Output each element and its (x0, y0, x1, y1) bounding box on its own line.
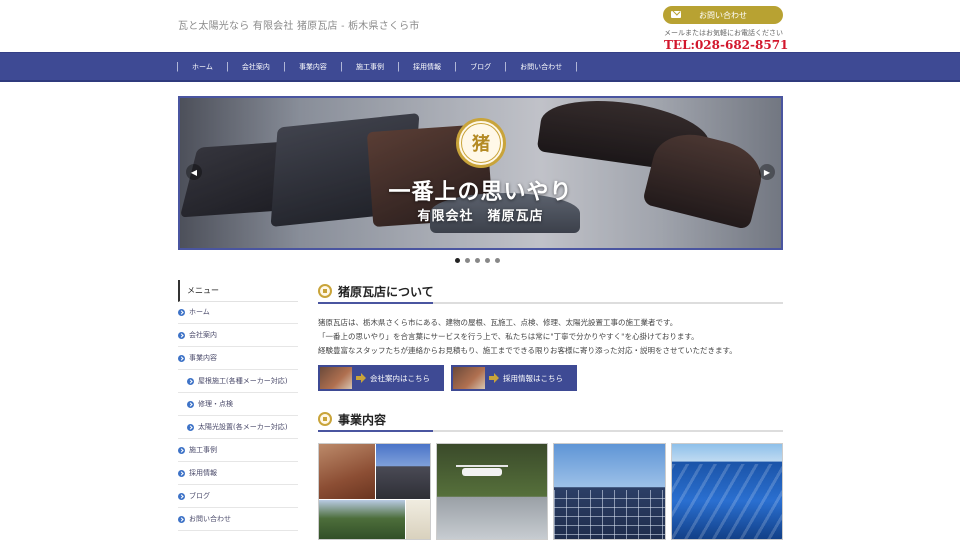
sidebar-menu: ホーム 会社案内 事業内容 屋根施工(各種メーカー対応) 修理・点検 太陽光設置… (178, 301, 298, 531)
sidebar-item-label: お問い合わせ (189, 515, 231, 523)
sidebar-item-label: 事業内容 (189, 354, 217, 362)
banner-thumbnail (453, 367, 485, 389)
arrow-bullet-icon (178, 515, 185, 523)
arrow-bullet-icon (178, 331, 185, 339)
nav-item-company[interactable]: 会社案内 (229, 62, 283, 72)
emblem-icon (318, 412, 332, 426)
nav-separator: | (575, 62, 579, 72)
contact-button-label: お問い合わせ (699, 10, 747, 20)
sidebar-item-repair[interactable]: 修理・点検 (178, 393, 298, 416)
photo-house-roof (376, 444, 430, 499)
sidebar-item-label: 屋根施工(各種メーカー対応) (198, 377, 288, 385)
mail-icon (671, 11, 681, 18)
sidebar-item-label: 施工事例 (189, 446, 217, 454)
sidebar-item-label: ホーム (189, 308, 210, 316)
emblem-icon (318, 284, 332, 298)
arrow-bullet-icon (187, 400, 194, 408)
slider-dot[interactable] (475, 258, 480, 263)
arrow-bullet-icon (187, 423, 194, 431)
sidebar-item-contact[interactable]: お問い合わせ (178, 508, 298, 531)
about-title: 猪原瓦店について (338, 284, 434, 299)
arrow-bullet-icon (178, 354, 185, 362)
about-line: 猪原瓦店は、栃木県さくら市にある、建物の屋根、瓦施工、点検、修理、太陽光設置工事… (318, 318, 678, 327)
business-card-tiles-image[interactable] (670, 443, 783, 540)
nav-item-blog[interactable]: ブログ (457, 62, 504, 72)
sidebar-item-business[interactable]: 事業内容 (178, 347, 298, 370)
sidebar-title: メニュー (178, 280, 298, 302)
business-card-solar-image[interactable] (553, 443, 666, 540)
company-info-banner[interactable]: 会社案内はこちら (318, 365, 444, 391)
hero-slider[interactable]: 猪 一番上の思いやり 有限会社 猪原瓦店 ◀ ▶ (178, 96, 783, 250)
nav-item-works[interactable]: 施工事例 (343, 62, 397, 72)
business-card-inspection-image[interactable] (435, 443, 548, 540)
slider-pagination (455, 258, 500, 263)
contact-button[interactable]: お問い合わせ (663, 6, 783, 24)
arrow-bullet-icon (178, 492, 185, 500)
about-line: 経験豊富なスタッフたちが連絡からお見積もり、施工までできる限りお客様に寄り添った… (318, 346, 737, 355)
slider-dot[interactable] (485, 258, 490, 263)
sidebar-item-home[interactable]: ホーム (178, 301, 298, 324)
slide-company-name: 有限会社 猪原瓦店 (417, 209, 544, 224)
arrow-bullet-icon (187, 377, 194, 385)
call-note: メールまたはお気軽にお電話ください (664, 29, 783, 37)
sidebar-item-label: 会社案内 (189, 331, 217, 339)
business-card-roofing-image[interactable] (318, 443, 431, 540)
sidebar-item-label: 採用情報 (189, 469, 217, 477)
arrow-right-icon (356, 373, 366, 383)
arrow-bullet-icon (178, 308, 185, 316)
nav-item-home[interactable]: ホーム (179, 62, 226, 72)
nav-item-business[interactable]: 事業内容 (286, 62, 340, 72)
sidebar-item-solar[interactable]: 太陽光設置(各メーカー対応) (178, 416, 298, 439)
phone-number[interactable]: TEL:028-682-8571 (664, 38, 788, 52)
nav-item-recruit[interactable]: 採用情報 (400, 62, 454, 72)
emblem-char: 猪 (472, 134, 490, 155)
nav-item-contact[interactable]: お問い合わせ (507, 62, 575, 72)
about-description: 猪原瓦店は、栃木県さくら市にある、建物の屋根、瓦施工、点検、修理、太陽光設置工事… (318, 316, 788, 358)
slider-prev-arrow-icon[interactable]: ◀ (186, 164, 202, 180)
photo-roof (319, 444, 375, 499)
site-header: 瓦と太陽光なら 有限会社 猪原瓦店 - 栃木県さくら市 お問い合わせ メールまた… (0, 0, 960, 52)
banner-label: 会社案内はこちら (370, 373, 430, 383)
sidebar-item-works[interactable]: 施工事例 (178, 439, 298, 462)
slider-next-arrow-icon[interactable]: ▶ (759, 164, 775, 180)
arrow-right-icon (489, 373, 499, 383)
banner-label: 採用情報はこちら (503, 373, 563, 383)
blue-roof-tiles (671, 464, 782, 539)
slider-dot[interactable] (465, 258, 470, 263)
about-section-heading: 猪原瓦店について (318, 280, 783, 304)
sidebar-item-roofing[interactable]: 屋根施工(各種メーカー対応) (178, 370, 298, 393)
sidebar-item-blog[interactable]: ブログ (178, 485, 298, 508)
company-emblem-icon: 猪 (456, 118, 506, 168)
business-section-heading: 事業内容 (318, 408, 783, 432)
photo-temple (319, 500, 405, 539)
arrow-bullet-icon (178, 446, 185, 454)
sidebar-item-company[interactable]: 会社案内 (178, 324, 298, 347)
slide-catchphrase: 一番上の思いやり (388, 179, 573, 205)
global-nav: | ホーム | 会社案内 | 事業内容 | 施工事例 | 採用情報 | ブログ … (0, 52, 960, 82)
banner-thumbnail (320, 367, 352, 389)
solar-panels (554, 490, 665, 539)
slider-dot[interactable] (495, 258, 500, 263)
business-title: 事業内容 (338, 412, 387, 427)
drone-icon (455, 465, 508, 476)
about-line: 「一番上の思いやり」を合言葉にサービスを行う上で、私たちは常に"丁寧で分かりやす… (318, 332, 699, 341)
recruit-info-banner[interactable]: 採用情報はこちら (451, 365, 577, 391)
sidebar-item-label: 修理・点検 (198, 400, 233, 408)
sidebar-item-label: 太陽光設置(各メーカー対応) (198, 423, 288, 431)
sidebar-item-recruit[interactable]: 採用情報 (178, 462, 298, 485)
photo-sign (406, 500, 430, 539)
site-tagline[interactable]: 瓦と太陽光なら 有限会社 猪原瓦店 - 栃木県さくら市 (178, 17, 420, 32)
slider-dot[interactable] (455, 258, 460, 263)
business-grid (318, 443, 783, 540)
arrow-bullet-icon (178, 469, 185, 477)
sidebar-item-label: ブログ (189, 492, 210, 500)
